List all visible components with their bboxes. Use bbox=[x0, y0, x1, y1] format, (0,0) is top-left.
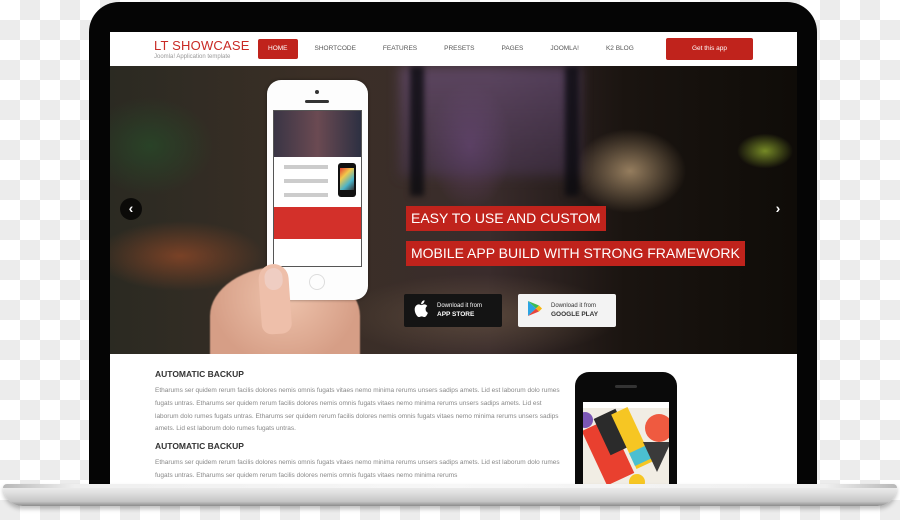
phone-artwork bbox=[583, 407, 669, 488]
app-store-small-label: Download it from bbox=[437, 303, 483, 309]
nav-item-presets[interactable]: PRESETS bbox=[434, 39, 484, 59]
phone-camera bbox=[315, 90, 319, 94]
main-nav: HOME SHORTCODE FEATURES PRESETS PAGES JO… bbox=[258, 39, 651, 59]
site-tagline: Joomla! Application template bbox=[154, 54, 231, 60]
hero-caption-2: MOBILE APP BUILD WITH STRONG FRAMEWORK bbox=[406, 241, 745, 266]
nav-item-k2-blog[interactable]: K2 BLOG bbox=[596, 39, 644, 59]
nav-item-pages[interactable]: PAGES bbox=[491, 39, 533, 59]
apple-icon bbox=[408, 299, 434, 322]
google-play-button[interactable]: Download it from GOOGLE PLAY bbox=[518, 294, 616, 327]
get-this-app-button[interactable]: Get this app bbox=[666, 38, 753, 60]
features-section: AUTOMATIC BACKUP Etharums ser quidem rer… bbox=[110, 354, 797, 488]
preview-red-band bbox=[274, 207, 361, 239]
phone-home-button bbox=[309, 274, 325, 290]
site-logo[interactable]: LT SHOWCASE bbox=[154, 38, 250, 53]
feature-title: AUTOMATIC BACKUP bbox=[155, 441, 244, 451]
hero-caption-1: EASY TO USE AND CUSTOM bbox=[406, 206, 606, 231]
google-play-small-label: Download it from bbox=[551, 303, 597, 309]
thumbnail-nail bbox=[263, 267, 284, 291]
google-play-icon bbox=[522, 300, 548, 322]
phone-speaker bbox=[615, 385, 637, 388]
art-shape bbox=[643, 442, 669, 472]
laptop-screen: LT SHOWCASE Joomla! Application template… bbox=[110, 32, 797, 488]
hero-background-pillar bbox=[410, 66, 424, 196]
hero-background-pillar bbox=[565, 66, 579, 196]
app-store-label: APP STORE bbox=[437, 311, 475, 318]
feature-phone-image bbox=[575, 372, 677, 488]
google-play-label: GOOGLE PLAY bbox=[551, 311, 599, 318]
app-store-text: Download it from APP STORE bbox=[437, 303, 482, 318]
thumb-image bbox=[257, 263, 293, 335]
nav-item-joomla[interactable]: JOOMLA! bbox=[540, 39, 589, 59]
slider-next-arrow-icon[interactable]: › bbox=[767, 198, 789, 220]
phone-screen bbox=[583, 402, 669, 488]
feature-body: Etharums ser quidem rerum facilis dolore… bbox=[155, 387, 560, 433]
phone-screen-preview bbox=[273, 110, 362, 267]
preview-line bbox=[284, 165, 328, 169]
app-store-button[interactable]: Download it from APP STORE bbox=[404, 294, 502, 327]
laptop-base bbox=[3, 484, 897, 506]
phone-speaker bbox=[305, 100, 329, 103]
art-shape bbox=[645, 414, 669, 442]
slider-prev-arrow-icon[interactable]: ‹ bbox=[120, 198, 142, 220]
nav-item-features[interactable]: FEATURES bbox=[373, 39, 427, 59]
nav-item-shortcode[interactable]: SHORTCODE bbox=[305, 39, 366, 59]
preview-line bbox=[284, 179, 328, 183]
feature-body: Etharums ser quidem rerum facilis dolore… bbox=[155, 459, 560, 479]
hero-background-window bbox=[400, 66, 580, 176]
preview-mini-phone bbox=[338, 163, 356, 197]
nav-item-home[interactable]: HOME bbox=[258, 39, 298, 59]
google-play-text: Download it from GOOGLE PLAY bbox=[551, 303, 598, 318]
hero-slider: ‹ › EASY TO USE AND CUSTOM MOBILE APP BU… bbox=[110, 66, 797, 354]
preview-line bbox=[284, 193, 328, 197]
preview-hero bbox=[274, 111, 361, 157]
feature-title: AUTOMATIC BACKUP bbox=[155, 369, 244, 379]
site-header: LT SHOWCASE Joomla! Application template… bbox=[110, 32, 797, 66]
